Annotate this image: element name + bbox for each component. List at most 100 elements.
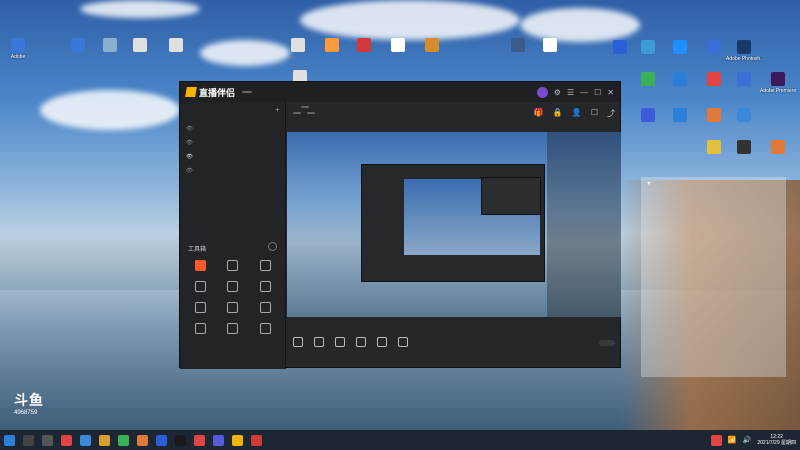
eye-icon[interactable]: 👁	[186, 168, 193, 174]
app-icon	[737, 40, 751, 54]
desktop-icon[interactable]: Adobe Premiere P...	[760, 72, 796, 94]
scene-item[interactable]: 👁	[186, 122, 279, 136]
desktop-icon-label: Adobe	[10, 54, 26, 60]
toolbox-item[interactable]	[217, 323, 250, 336]
desktop-icon[interactable]	[500, 38, 536, 54]
desktop-icon[interactable]	[346, 38, 382, 54]
gift-icon[interactable]: 🎁	[534, 108, 544, 119]
scene-item[interactable]: 👁	[186, 150, 279, 164]
start-icon[interactable]	[4, 434, 15, 446]
desktop-icon[interactable]	[630, 40, 666, 56]
app-icon[interactable]	[194, 434, 205, 446]
minimize-icon[interactable]: —	[580, 88, 588, 97]
toolbox-item[interactable]	[249, 323, 282, 336]
control-4[interactable]	[356, 336, 366, 350]
clock[interactable]: 12:22 2021/7/29 星期四	[757, 434, 796, 446]
desktop-icon[interactable]	[662, 108, 698, 124]
toolbox-item[interactable]	[249, 302, 282, 315]
toolbox-settings-icon[interactable]	[268, 242, 277, 251]
app-icon	[641, 72, 655, 86]
eye-icon[interactable]: 👁	[186, 154, 193, 160]
app-icon[interactable]	[251, 434, 262, 446]
user-icon[interactable]: 👤	[572, 108, 582, 119]
control-5[interactable]	[377, 336, 387, 350]
desktop-icon[interactable]: Adobe Photosh...	[726, 40, 762, 62]
desktop-icon[interactable]	[532, 38, 568, 54]
app-icon	[613, 40, 627, 54]
toolbox-item[interactable]	[184, 260, 217, 273]
app-icon[interactable]	[213, 434, 224, 446]
toolbox-item[interactable]	[217, 302, 250, 315]
cloud	[40, 90, 180, 130]
tag-2[interactable]	[307, 112, 315, 114]
app-icon	[11, 38, 25, 52]
scene-item[interactable]: 👁	[186, 164, 279, 178]
control-6[interactable]	[398, 336, 408, 350]
eye-icon[interactable]: 👁	[186, 126, 193, 132]
desktop-icon[interactable]	[414, 38, 450, 54]
desktop-icon[interactable]	[314, 38, 350, 54]
search-icon[interactable]	[23, 434, 34, 446]
desktop-icon[interactable]	[158, 38, 194, 54]
control-2[interactable]	[314, 336, 324, 350]
desktop-icon[interactable]	[760, 140, 796, 156]
desktop-icon[interactable]	[726, 72, 762, 88]
control-1[interactable]	[293, 336, 303, 350]
toolbox-item[interactable]	[217, 260, 250, 273]
desktop-icon[interactable]	[662, 72, 698, 88]
toolbox-item[interactable]	[249, 281, 282, 294]
eye-icon[interactable]: 👁	[186, 140, 193, 146]
version-badge[interactable]	[242, 91, 253, 93]
desktop-icon[interactable]	[60, 38, 96, 54]
network-icon[interactable]: 📶	[728, 436, 737, 444]
app-icon[interactable]	[156, 434, 167, 446]
notice-icon[interactable]: ☐	[591, 108, 598, 119]
app-icon[interactable]	[118, 434, 129, 446]
app-icon[interactable]	[80, 434, 91, 446]
start-live-button[interactable]	[599, 340, 615, 346]
desktop-icon[interactable]	[630, 108, 666, 124]
control-3[interactable]	[335, 336, 345, 350]
tool-icon	[194, 260, 206, 271]
share-icon[interactable]: ⤴	[607, 108, 615, 119]
menu-icon[interactable]: ☰	[567, 88, 574, 97]
edit-button[interactable]	[301, 106, 309, 108]
toolbox-item[interactable]	[184, 323, 217, 336]
lock-icon[interactable]: 🔒	[553, 108, 563, 119]
tool-icon	[260, 260, 272, 271]
app-icon[interactable]	[61, 434, 72, 446]
toolbox-item[interactable]	[249, 260, 282, 273]
app-icon[interactable]	[99, 434, 110, 446]
desktop-icon[interactable]	[662, 40, 698, 56]
tag-1[interactable]	[293, 112, 301, 114]
desktop-icon[interactable]: Adobe	[0, 38, 36, 60]
maximize-icon[interactable]: ☐	[594, 88, 601, 97]
desktop-icon-label: Adobe Premiere P...	[760, 88, 796, 94]
tool-icon	[227, 302, 239, 313]
desktop-icon[interactable]	[122, 38, 158, 54]
add-scene-icon[interactable]: +	[275, 108, 279, 114]
live-assistant-taskbar-icon[interactable]	[232, 434, 243, 446]
stream-preview[interactable]	[287, 132, 621, 317]
volume-icon[interactable]: 🔊	[743, 436, 752, 444]
app-icon[interactable]	[137, 434, 148, 446]
scene-item[interactable]: 👁	[186, 136, 279, 150]
close-icon[interactable]: ✕	[607, 88, 614, 97]
desktop-icon[interactable]	[630, 72, 666, 88]
toolbox-item[interactable]	[184, 281, 217, 294]
toolbox-item[interactable]	[217, 281, 250, 294]
tray-icon[interactable]	[710, 434, 722, 446]
tool-icon	[227, 281, 239, 292]
app-icon[interactable]	[175, 434, 186, 446]
desktop-icon[interactable]	[726, 140, 762, 156]
app-icon	[673, 108, 687, 122]
user-avatar[interactable]	[536, 86, 548, 98]
desktop-icon[interactable]	[280, 38, 316, 54]
like-icon[interactable]: ♥	[647, 181, 651, 187]
settings-icon[interactable]: ⚙	[554, 88, 561, 97]
media-icon	[356, 336, 366, 347]
taskview-icon[interactable]	[42, 434, 53, 446]
desktop-icon[interactable]	[380, 38, 416, 54]
toolbox-item[interactable]	[184, 302, 217, 315]
desktop-icon[interactable]	[726, 108, 762, 124]
